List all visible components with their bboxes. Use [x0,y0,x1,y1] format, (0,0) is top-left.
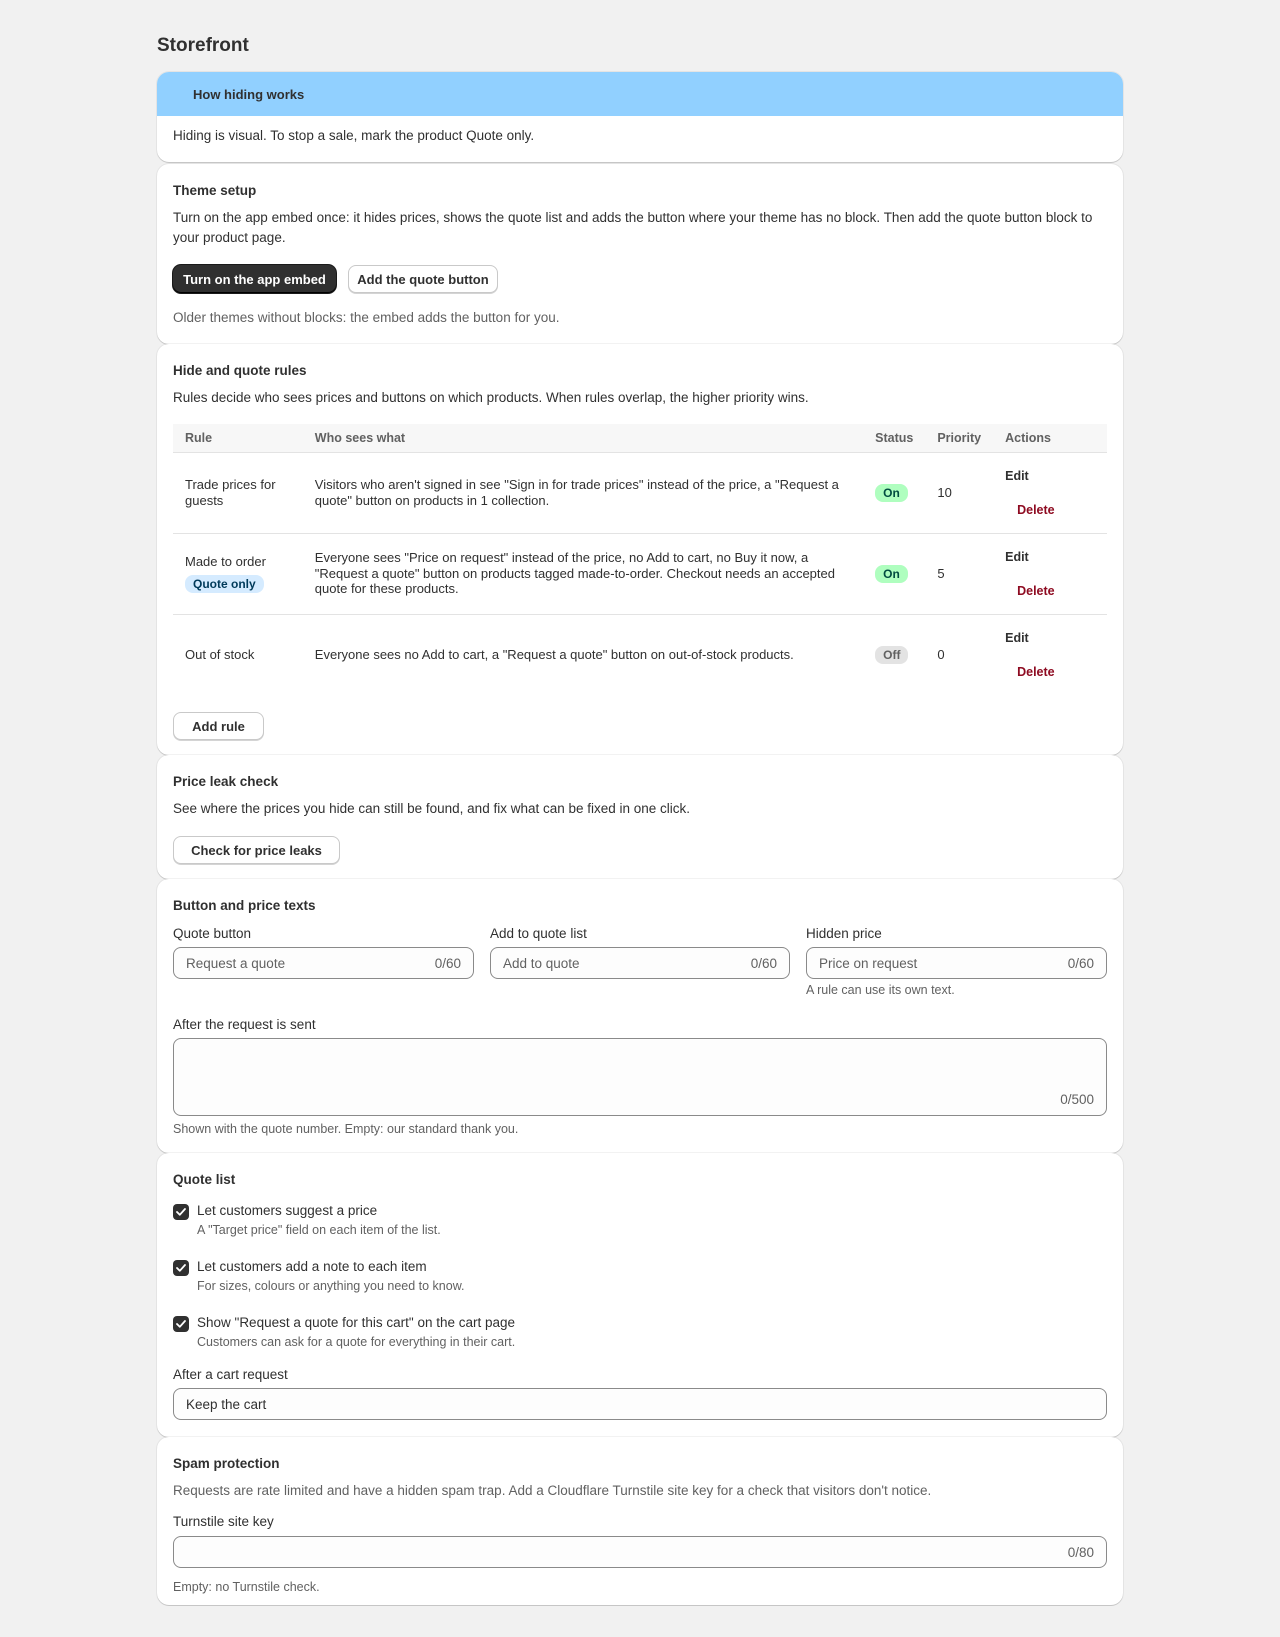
check-icon [176,1264,186,1272]
col-actions: Actions [993,424,1107,453]
rules-table: Rule Who sees what Status Priority Actio… [173,424,1107,695]
rule-who: Everyone sees "Price on request" instead… [302,533,864,615]
quote-button-label: Quote button [173,926,252,941]
texts-card: Button and price texts Quote button Requ… [157,879,1123,1153]
add-to-list-input[interactable]: Add to quote 0/60 [490,947,790,979]
price-leak-card: Price leak check See where the prices yo… [157,755,1123,879]
spam-title: Spam protection [173,1456,280,1471]
suggest-price-checkbox[interactable] [173,1204,189,1220]
add-to-list-placeholder: Add to quote [503,955,580,971]
hidden-price-placeholder: Price on request [819,955,918,971]
page-title: Storefront [157,35,249,56]
rules-text: Rules decide who sees prices and buttons… [173,390,809,405]
rule-priority: 0 [937,647,945,663]
table-row: Made to order Quote only Everyone sees "… [173,533,1107,615]
after-sent-textarea[interactable]: 0/500 [173,1038,1107,1116]
rule-name: Trade prices for guests [173,452,303,534]
quote-button-count: 0/60 [434,955,461,971]
after-cart-select[interactable]: Keep the cart [173,1388,1107,1420]
rules-card: Hide and quote rules Rules decide who se… [157,344,1123,755]
theme-setup-card: Theme setup Turn on the app embed once: … [157,164,1123,344]
table-row: Out of stock Everyone sees no Add to car… [173,614,1107,695]
col-status: Status [863,424,926,453]
suggest-price-label: Let customers suggest a price [197,1203,378,1218]
item-note-checkbox[interactable] [173,1260,189,1276]
suggest-price-option: Let customers suggest a price A "Target … [173,1203,441,1237]
rule-priority: 10 [925,452,994,534]
edit-link[interactable]: Edit [1005,469,1095,483]
cart-quote-help: Customers can ask for a quote for everyt… [197,1335,516,1349]
check-price-leaks-button[interactable]: Check for price leaks [173,836,340,864]
edit-link[interactable]: Edit [1005,631,1095,645]
delete-link[interactable]: Delete [1005,584,1095,598]
rules-title: Hide and quote rules [173,363,307,378]
delete-link[interactable]: Delete [1005,665,1095,679]
hidden-price-count: 0/60 [1067,955,1094,971]
item-note-label: Let customers add a note to each item [197,1259,427,1274]
check-icon [176,1208,186,1216]
quote-list-title: Quote list [173,1172,236,1187]
banner-title: How hiding works [157,72,1123,116]
turnstile-input[interactable]: 0/80 [173,1536,1107,1568]
theme-setup-title: Theme setup [173,183,257,198]
col-priority: Priority [925,424,994,453]
theme-setup-text: Turn on the app embed once: it hides pri… [173,210,1093,245]
item-note-help: For sizes, colours or anything you need … [197,1279,465,1293]
after-cart-value: Keep the cart [186,1396,267,1412]
status-badge: On [875,483,908,502]
quote-button-input[interactable]: Request a quote 0/60 [173,947,474,979]
rule-name: Made to order [185,554,266,569]
price-leak-text: See where the prices you hide can still … [173,801,691,816]
rule-priority: 5 [925,533,994,615]
turnstile-help: Empty: no Turnstile check. [173,1580,320,1594]
delete-link[interactable]: Delete [1005,503,1095,517]
quote-list-card: Quote list Let customers suggest a price… [157,1153,1123,1437]
add-to-list-count: 0/60 [750,955,777,971]
spam-card: Spam protection Requests are rate limite… [157,1437,1123,1605]
add-to-list-label: Add to quote list [490,926,587,941]
status-badge: Off [875,645,909,664]
rule-who: Visitors who aren't signed in see "Sign … [302,452,864,534]
cart-quote-label: Show "Request a quote for this cart" on … [197,1315,516,1330]
theme-setup-footnote: Older themes without blocks: the embed a… [173,310,560,325]
cart-quote-checkbox[interactable] [173,1316,189,1332]
after-sent-label: After the request is sent [173,1017,316,1032]
turn-on-embed-button[interactable]: Turn on the app embed [173,265,336,293]
rules-table-header: Rule Who sees what Status Priority Actio… [173,424,1107,453]
turnstile-label: Turnstile site key [173,1514,274,1529]
quote-only-badge: Quote only [185,575,264,593]
turnstile-count: 0/80 [1067,1544,1094,1560]
edit-link[interactable]: Edit [1005,550,1095,564]
status-badge: On [875,564,908,583]
table-row: Trade prices for guests Visitors who are… [173,452,1107,534]
col-rule: Rule [173,424,303,453]
hidden-price-help: A rule can use its own text. [806,983,955,997]
item-note-option: Let customers add a note to each item Fo… [173,1259,465,1293]
after-sent-count: 0/500 [1060,1092,1094,1107]
price-leak-title: Price leak check [173,774,279,789]
rule-who: Everyone sees no Add to cart, a "Request… [314,647,794,662]
after-sent-help: Shown with the quote number. Empty: our … [173,1122,519,1136]
rule-name: Out of stock [185,647,255,663]
spam-text: Requests are rate limited and have a hid… [173,1483,932,1498]
texts-title: Button and price texts [173,898,316,913]
hidden-price-input[interactable]: Price on request 0/60 [806,947,1107,979]
col-who: Who sees what [302,424,864,453]
after-cart-label: After a cart request [173,1367,288,1382]
suggest-price-help: A "Target price" field on each item of t… [197,1223,441,1237]
add-rule-button[interactable]: Add rule [173,712,264,740]
cart-quote-option: Show "Request a quote for this cart" on … [173,1315,515,1349]
quote-button-placeholder: Request a quote [186,955,286,971]
info-banner: How hiding works Hiding is visual. To st… [157,72,1123,162]
hidden-price-label: Hidden price [806,926,882,941]
banner-text: Hiding is visual. To stop a sale, mark t… [173,128,535,143]
add-quote-button-button[interactable]: Add the quote button [348,265,498,293]
check-icon [176,1320,186,1328]
